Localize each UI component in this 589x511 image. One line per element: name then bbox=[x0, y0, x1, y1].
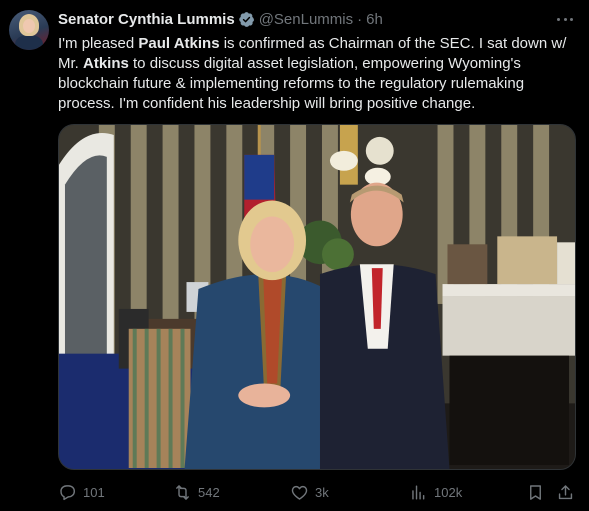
reply-icon bbox=[60, 484, 76, 500]
separator-dot: · bbox=[357, 10, 363, 28]
more-icon[interactable] bbox=[555, 10, 575, 28]
timestamp[interactable]: 6h bbox=[366, 11, 383, 28]
verified-badge-icon[interactable] bbox=[238, 11, 255, 28]
bookmark-icon bbox=[530, 484, 541, 500]
like-icon bbox=[291, 485, 308, 500]
retweet-icon bbox=[176, 484, 189, 500]
bookmark-button[interactable] bbox=[526, 480, 545, 504]
views-button[interactable]: 102k bbox=[409, 480, 462, 504]
mention-paul-atkins: Paul Atkins bbox=[138, 35, 220, 52]
retweet-button[interactable]: 542 bbox=[173, 480, 220, 504]
retweet-count: 542 bbox=[198, 484, 220, 500]
like-button[interactable]: 3k bbox=[290, 480, 329, 504]
share-button[interactable] bbox=[556, 480, 575, 504]
mention-atkins: Atkins bbox=[83, 55, 129, 72]
tweet-text: I'm pleased Paul Atkins is confirmed as … bbox=[58, 35, 567, 112]
avatar[interactable] bbox=[9, 10, 49, 50]
tweet-actions: 101 542 3k 102k bbox=[58, 480, 576, 504]
tweet[interactable]: Senator Cynthia Lummis @SenLummis · 6h I… bbox=[0, 0, 589, 511]
like-count: 3k bbox=[315, 484, 329, 500]
tweet-photo[interactable] bbox=[58, 124, 576, 470]
reply-button[interactable]: 101 bbox=[58, 480, 105, 504]
views-icon bbox=[412, 484, 425, 500]
author-handle[interactable]: @SenLummis bbox=[259, 11, 353, 28]
share-icon bbox=[558, 484, 573, 499]
reply-count: 101 bbox=[83, 484, 105, 500]
tweet-header: Senator Cynthia Lummis @SenLummis · 6h bbox=[58, 9, 383, 29]
views-count: 102k bbox=[434, 484, 463, 500]
author-name[interactable]: Senator Cynthia Lummis bbox=[58, 11, 235, 28]
